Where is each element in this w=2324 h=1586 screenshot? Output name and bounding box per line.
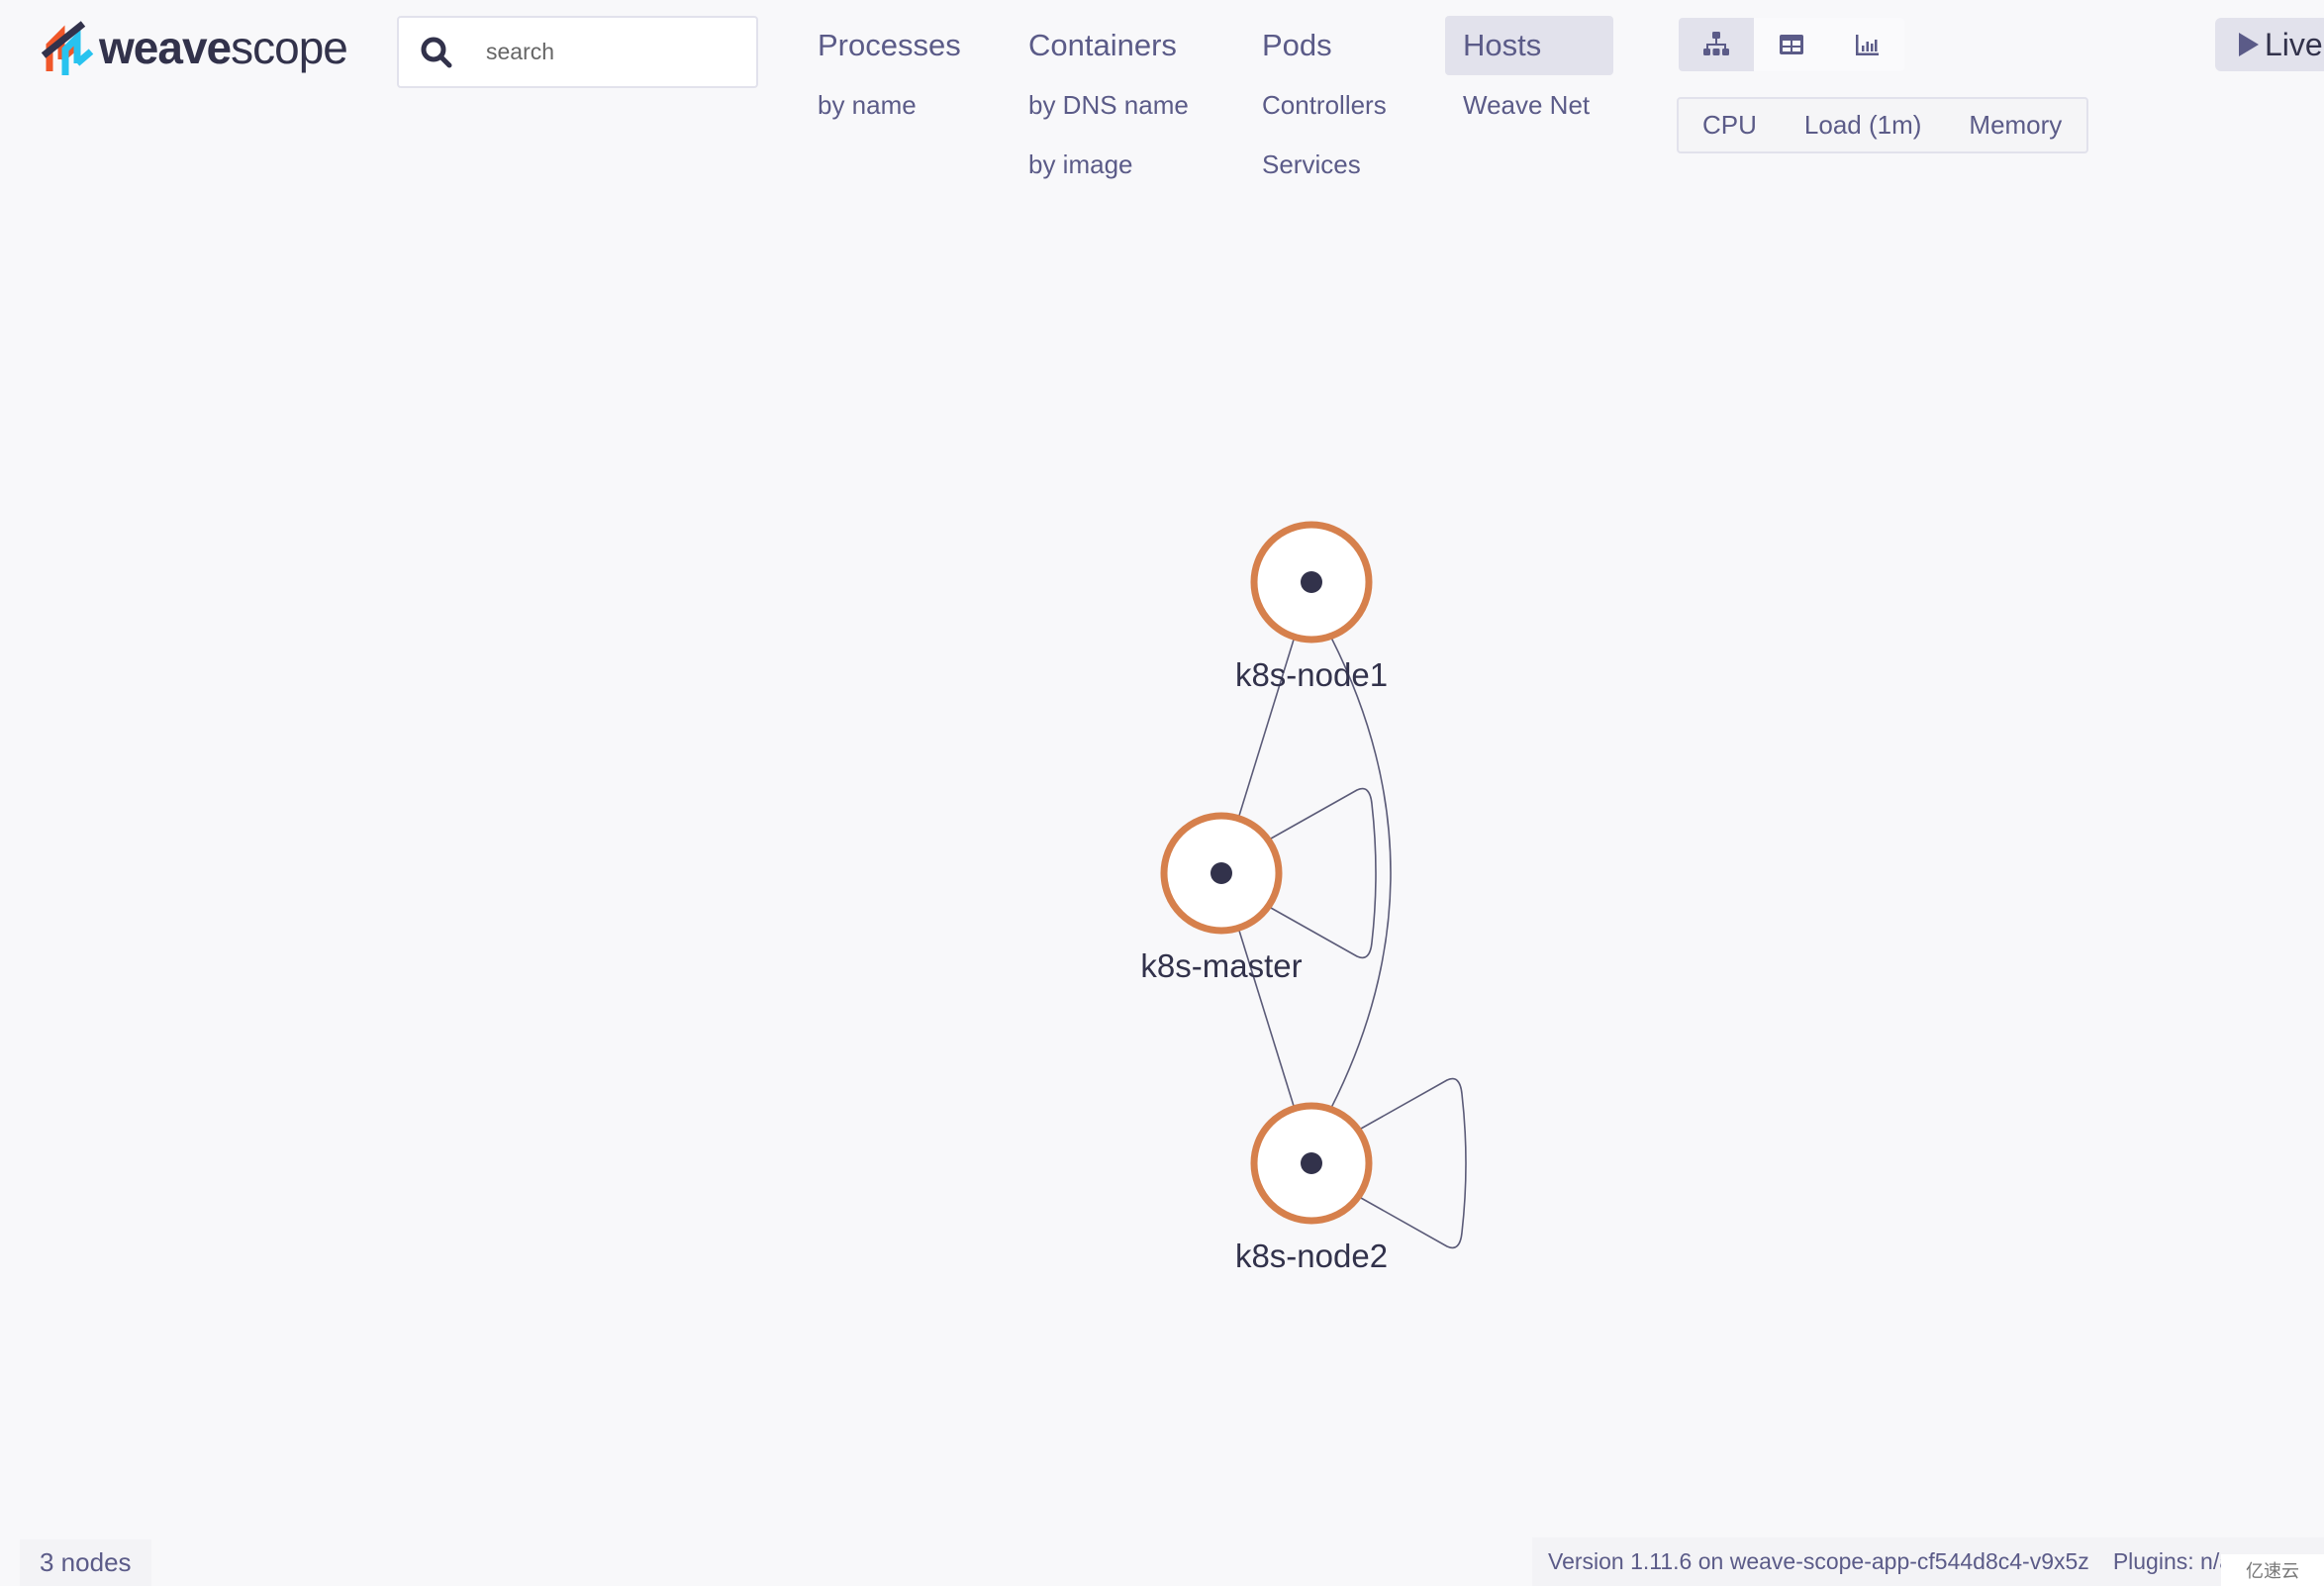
metric-cpu[interactable]: CPU [1679,110,1781,141]
graph-view-button[interactable] [1679,18,1754,71]
topology-hosts-weave-net[interactable]: Weave Net [1445,75,1613,135]
topology-containers-by-image[interactable]: by image [1011,135,1207,194]
topology-pods-controllers[interactable]: Controllers [1244,75,1404,135]
version-status: Version 1.11.6 on weave-scope-app-cf544d… [1532,1537,2324,1586]
resources-view-button[interactable] [1829,18,1904,71]
table-view-button[interactable] [1754,18,1829,71]
node-center-dot [1301,1152,1322,1174]
node-count: 3 nodes [40,1547,132,1577]
watermark-text: 亿速云 [2246,1561,2299,1581]
search-icon [421,37,452,67]
search-input[interactable] [484,38,735,66]
node-center-dot [1210,862,1232,884]
topology-containers[interactable]: Containers [1011,16,1207,75]
topology-hosts[interactable]: Hosts [1445,16,1613,75]
node-center-dot [1301,571,1322,593]
plugins-text: Plugins: n/a [2112,1548,2233,1574]
topology-graph: k8s-node1 k8s-master k8s-node2 [1140,521,1467,1274]
topology-group-hosts: Hosts Weave Net [1445,16,1613,135]
topology-pods[interactable]: Pods [1244,16,1404,75]
metric-load[interactable]: Load (1m) [1781,110,1946,141]
topology-group-containers: Containers by DNS name by image [1011,16,1207,194]
topology-containers-by-dns-name[interactable]: by DNS name [1011,75,1207,135]
graph-nodes: k8s-node1 k8s-master k8s-node2 [1140,521,1388,1274]
node-label: k8s-master [1140,947,1302,984]
table-icon [1780,35,1803,54]
topology-pods-services[interactable]: Services [1244,135,1404,194]
edge-k8s-node2-k8s-node2[interactable] [1360,1077,1467,1249]
live-label: Live [2265,26,2323,62]
node-k8s-master[interactable]: k8s-master [1140,812,1303,984]
edge-k8s-master-k8s-master[interactable] [1270,787,1377,959]
weave-logo-icon [41,21,94,75]
metric-selector: CPU Load (1m) Memory [1677,97,2088,153]
topology-icon [1703,32,1729,55]
node-label: k8s-node1 [1235,656,1388,693]
topology-processes-by-name[interactable]: by name [800,75,979,135]
app-title: weavescope [99,22,348,73]
search-box[interactable] [397,16,758,88]
topology-group-processes: Processes by name [800,16,979,135]
node-count-status: 3 nodes [20,1539,151,1586]
watermark: 亿速云 [2221,1554,2324,1586]
edge-k8s-node1-k8s-node2[interactable] [1330,637,1392,1109]
node-label: k8s-node2 [1235,1238,1388,1274]
topology-group-pods: Pods Controllers Services [1244,16,1404,194]
node-k8s-node2[interactable]: k8s-node2 [1235,1102,1388,1274]
view-mode-selector [1679,18,1904,71]
play-icon [2239,33,2259,56]
live-button[interactable]: Live [2215,18,2324,71]
metric-memory[interactable]: Memory [1945,110,2085,141]
node-k8s-node1[interactable]: k8s-node1 [1235,521,1388,693]
version-text: Version 1.11.6 on weave-scope-app-cf544d… [1548,1548,2089,1574]
bar-chart-icon [1856,35,1879,55]
topology-processes[interactable]: Processes [800,16,979,75]
weavescope-logo[interactable]: weavescope [40,20,348,75]
